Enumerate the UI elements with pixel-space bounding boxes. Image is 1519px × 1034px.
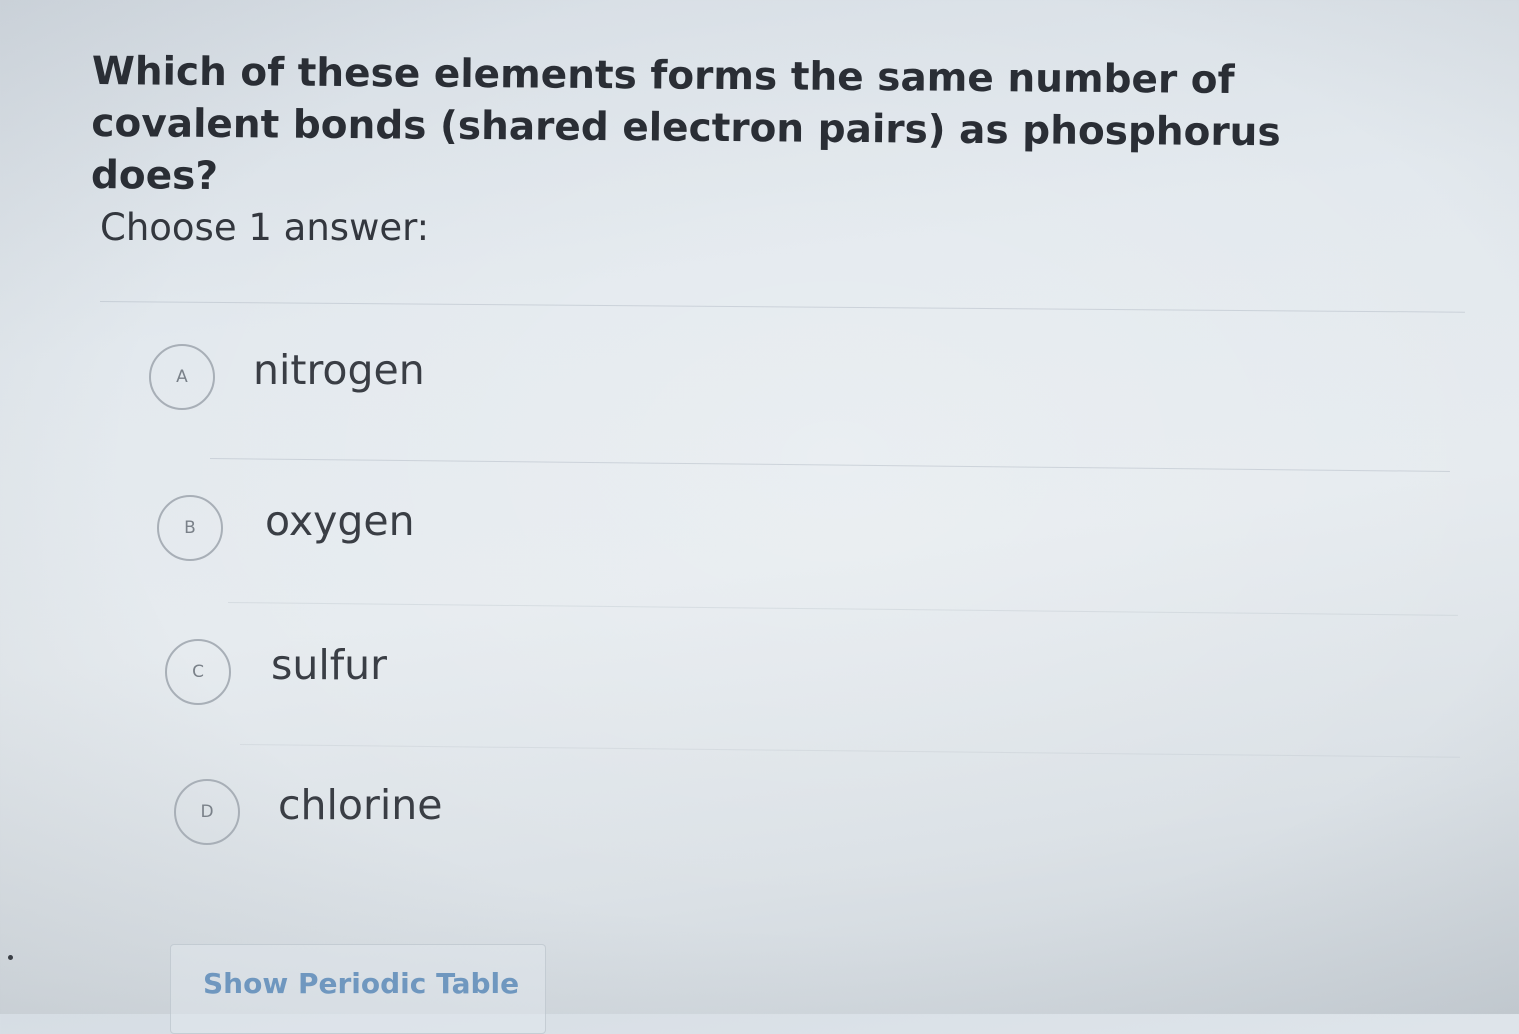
choice-a-label: nitrogen xyxy=(253,346,425,394)
answer-instruction: Choose 1 answer: xyxy=(100,206,430,249)
choice-c-letter: C xyxy=(192,662,204,682)
divider xyxy=(99,301,1465,313)
choice-a-letter: A xyxy=(176,367,188,387)
choice-d-radio[interactable]: D xyxy=(174,779,240,845)
choice-b-label: oxygen xyxy=(265,497,415,545)
show-periodic-table-button[interactable]: Show Periodic Table xyxy=(170,944,546,1034)
choice-a-radio[interactable]: A xyxy=(149,344,215,410)
choice-d-letter: D xyxy=(200,802,214,822)
divider xyxy=(209,458,1450,472)
bullet-dot xyxy=(8,955,13,960)
choice-c-radio[interactable]: C xyxy=(165,639,231,705)
divider xyxy=(239,744,1460,758)
choice-b-letter: B xyxy=(184,518,196,538)
choice-c[interactable]: C sulfur xyxy=(165,639,387,705)
choice-d-label: chlorine xyxy=(278,781,443,829)
choice-b-radio[interactable]: B xyxy=(157,495,223,561)
choice-c-label: sulfur xyxy=(271,641,388,689)
choice-a[interactable]: A nitrogen xyxy=(149,344,425,410)
question-text: Which of these elements forms the same n… xyxy=(90,48,1281,199)
choice-b[interactable]: B oxygen xyxy=(157,495,415,561)
divider xyxy=(227,602,1458,616)
choice-d[interactable]: D chlorine xyxy=(174,779,442,845)
